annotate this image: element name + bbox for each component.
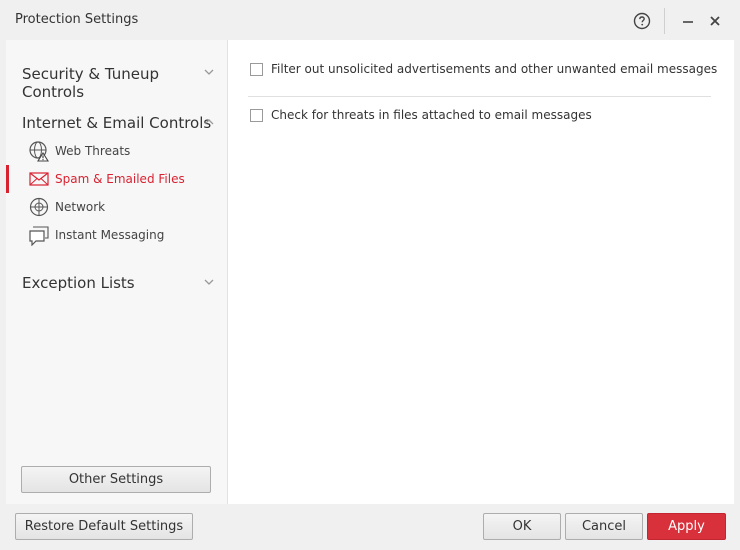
- option-label: Filter out unsolicited advertisements an…: [271, 62, 718, 76]
- sidebar-item-web-threats[interactable]: Web Threats: [28, 139, 130, 163]
- divider: [248, 96, 711, 97]
- main-panel: Filter out unsolicited advertisements an…: [227, 40, 734, 504]
- apply-button[interactable]: Apply: [647, 513, 726, 540]
- checkbox[interactable]: [250, 108, 263, 122]
- restore-default-settings-button[interactable]: Restore Default Settings: [15, 513, 193, 540]
- sidebar-item-label: Instant Messaging: [55, 228, 165, 242]
- minimize-icon[interactable]: [676, 9, 700, 33]
- other-settings-button[interactable]: Other Settings: [21, 466, 211, 493]
- sidebar-item-label: Spam & Emailed Files: [55, 172, 185, 186]
- help-icon[interactable]: [630, 9, 654, 33]
- sidebar: Security & Tuneup Controls Internet & Em…: [6, 40, 227, 504]
- chevron-up-icon[interactable]: [203, 116, 215, 128]
- chevron-down-icon[interactable]: [203, 66, 215, 78]
- section-security-tuneup[interactable]: Security & Tuneup Controls: [22, 65, 192, 101]
- titlebar-divider: [664, 8, 665, 34]
- ok-button[interactable]: OK: [483, 513, 561, 540]
- close-icon[interactable]: [703, 9, 727, 33]
- option-filter-spam[interactable]: Filter out unsolicited advertisements an…: [250, 61, 717, 77]
- chat-bubble-icon: [28, 224, 50, 246]
- sidebar-item-network[interactable]: Network: [28, 195, 105, 219]
- sidebar-item-label: Web Threats: [55, 144, 131, 158]
- active-indicator: [6, 165, 9, 193]
- cancel-button[interactable]: Cancel: [565, 513, 643, 540]
- sidebar-item-label: Network: [55, 200, 106, 214]
- network-globe-icon: [28, 196, 50, 218]
- title-bar: Protection Settings: [0, 0, 740, 40]
- section-exception-lists[interactable]: Exception Lists: [22, 274, 192, 292]
- option-check-attachments[interactable]: Check for threats in files attached to e…: [250, 107, 592, 123]
- option-label: Check for threats in files attached to e…: [271, 108, 592, 122]
- sidebar-item-instant-messaging[interactable]: Instant Messaging: [28, 223, 164, 247]
- envelope-icon: [28, 168, 50, 190]
- section-internet-email[interactable]: Internet & Email Controls: [22, 114, 212, 132]
- window-title: Protection Settings: [15, 12, 139, 27]
- checkbox[interactable]: [250, 62, 263, 76]
- globe-warning-icon: [28, 140, 50, 162]
- chevron-down-icon[interactable]: [203, 276, 215, 288]
- sidebar-item-spam-emailed-files[interactable]: Spam & Emailed Files: [28, 167, 185, 191]
